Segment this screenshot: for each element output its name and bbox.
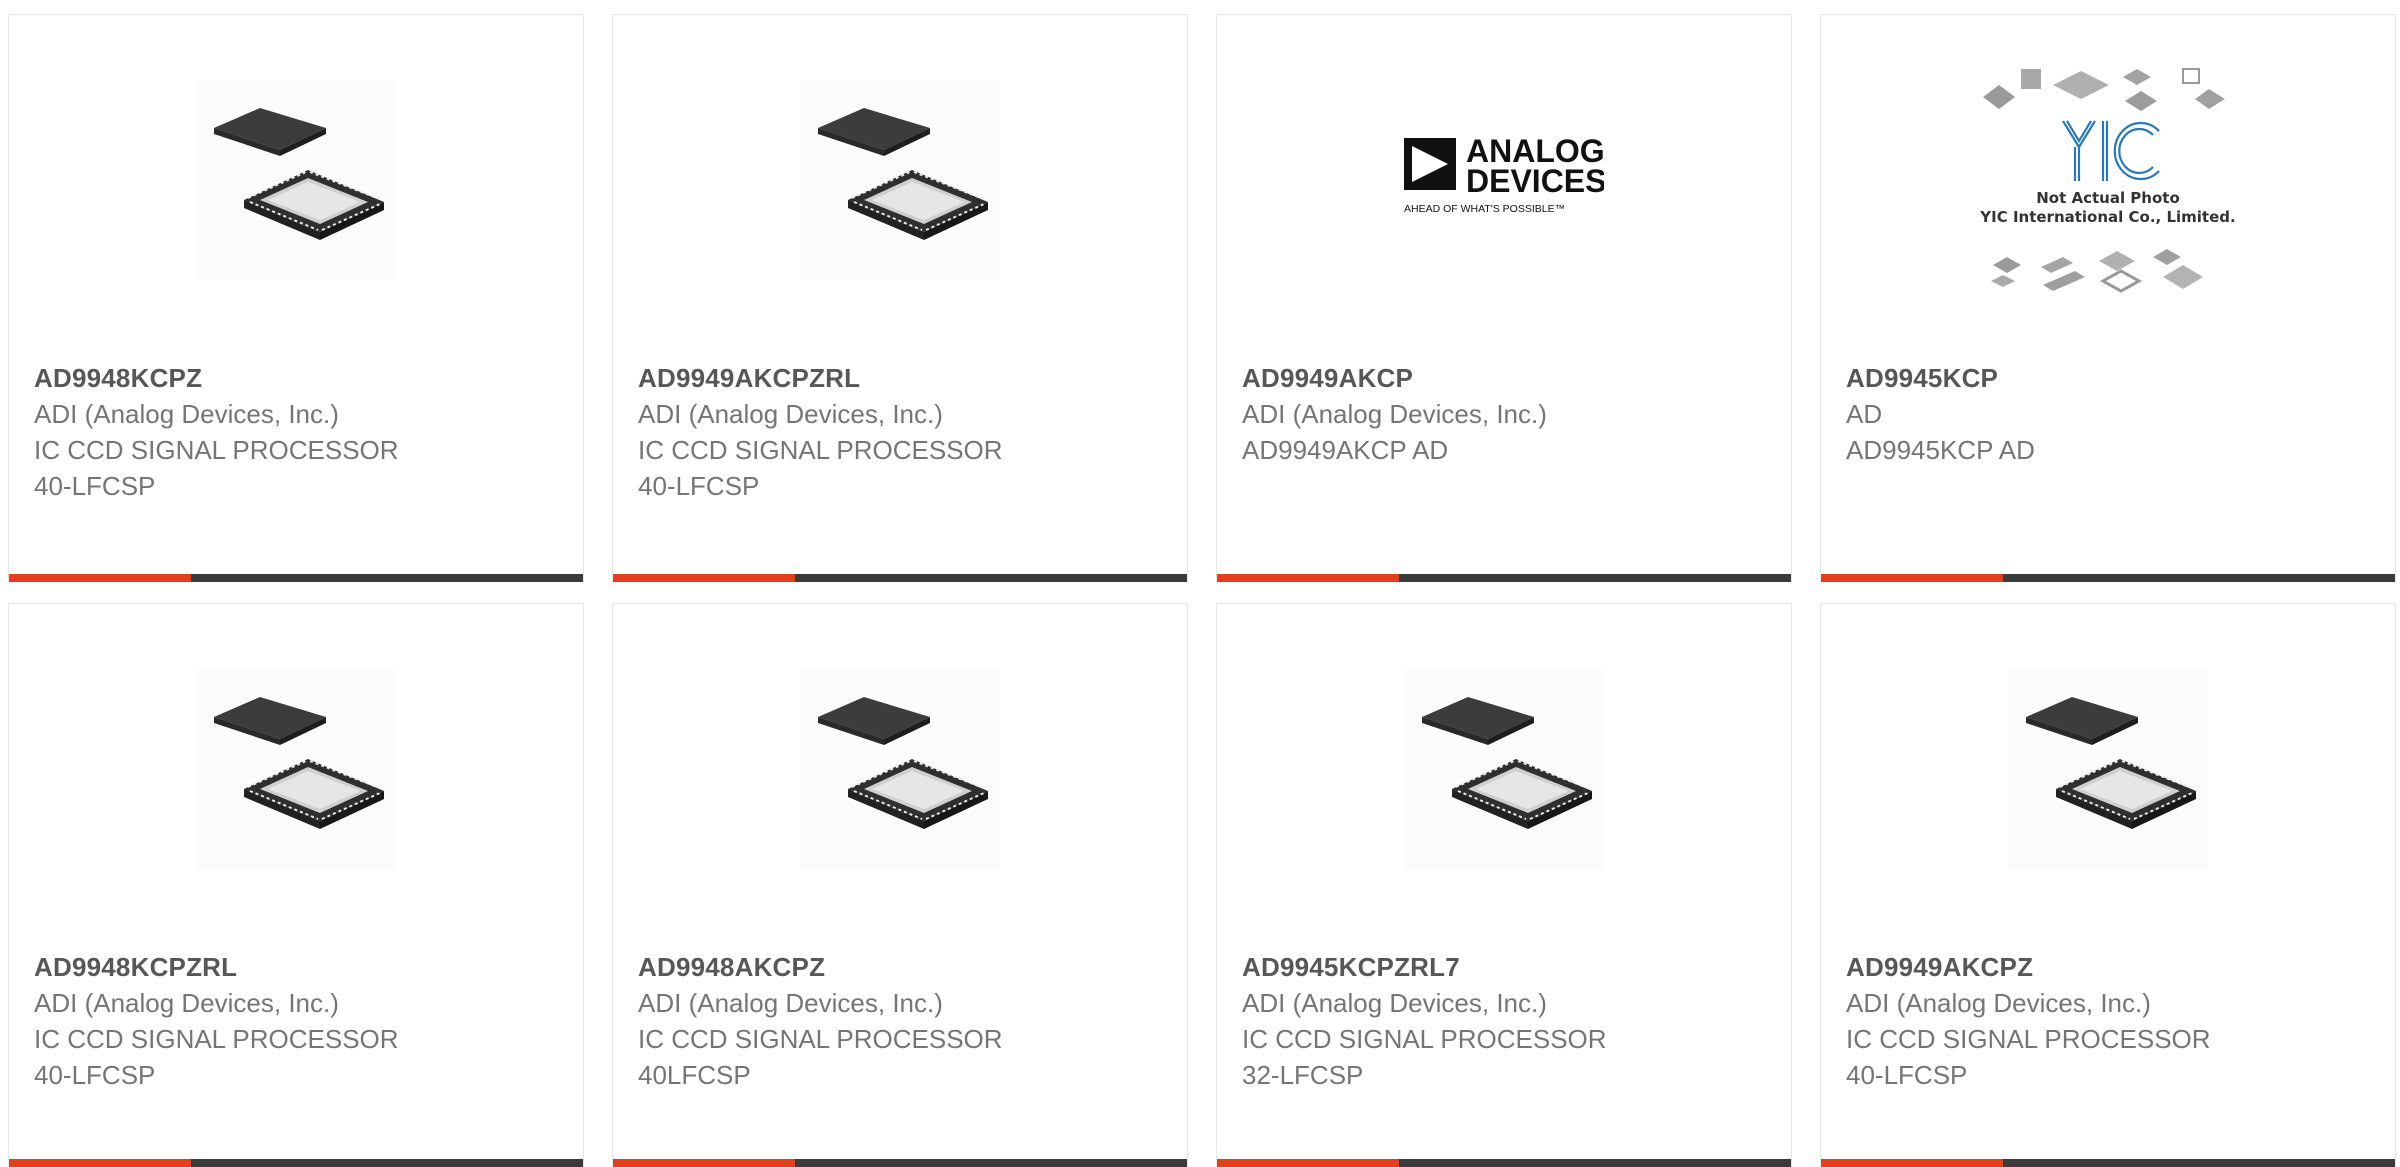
card-accent-bar <box>9 1159 191 1167</box>
part-number-link[interactable]: AD9949AKCPZRL <box>638 360 1167 396</box>
card-accent-bar <box>1821 1159 2003 1167</box>
description-label: IC CCD SIGNAL PROCESSOR <box>34 1024 399 1054</box>
description-label: IC CCD SIGNAL PROCESSOR <box>638 435 1003 465</box>
manufacturer-label: ADI (Analog Devices, Inc.) <box>638 988 943 1018</box>
description-label: IC CCD SIGNAL PROCESSOR <box>1242 1024 1607 1054</box>
chip-package-image <box>1404 669 1604 869</box>
product-image[interactable] <box>1217 604 1791 934</box>
description-label: IC CCD SIGNAL PROCESSOR <box>34 435 399 465</box>
description-label: IC CCD SIGNAL PROCESSOR <box>1846 1024 2211 1054</box>
chip-package-image <box>196 669 396 869</box>
package-label: 32-LFCSP <box>1242 1060 1364 1090</box>
part-number-link[interactable]: AD9948AKCPZ <box>638 949 1167 985</box>
product-image[interactable] <box>613 15 1187 345</box>
manufacturer-label: ADI (Analog Devices, Inc.) <box>1242 399 1547 429</box>
svg-text:Not Actual Photo: Not Actual Photo <box>2036 189 2180 207</box>
product-card[interactable]: AD9948KCPZ ADI (Analog Devices, Inc.) IC… <box>8 14 584 582</box>
svg-text:AHEAD OF WHAT'S POSSIBLE™: AHEAD OF WHAT'S POSSIBLE™ <box>1404 203 1565 215</box>
chip-package-image <box>196 80 396 280</box>
manufacturer-label: ADI (Analog Devices, Inc.) <box>638 399 943 429</box>
manufacturer-label: AD <box>1846 399 1883 429</box>
card-bottom-bar <box>9 574 583 582</box>
package-label: 40-LFCSP <box>1846 1060 1968 1090</box>
product-card[interactable]: AD9948AKCPZ ADI (Analog Devices, Inc.) I… <box>612 603 1188 1167</box>
chip-package-image <box>800 80 1000 280</box>
product-card[interactable]: ANALOG DEVICES AHEAD OF WHAT'S POSSIBLE™… <box>1216 14 1792 582</box>
chip-package-image <box>2008 669 2208 869</box>
card-accent-bar <box>1217 1159 1399 1167</box>
part-number-link[interactable]: AD9945KCPZRL7 <box>1242 949 1771 985</box>
card-accent-bar <box>9 574 191 582</box>
product-image[interactable] <box>1821 604 2395 934</box>
card-bottom-bar <box>1217 574 1791 582</box>
package-label: 40-LFCSP <box>34 471 156 501</box>
product-card[interactable]: AD9949AKCPZRL ADI (Analog Devices, Inc.)… <box>612 14 1188 582</box>
part-number-link[interactable]: AD9945KCP <box>1846 360 2375 396</box>
package-label: 40-LFCSP <box>638 471 760 501</box>
manufacturer-label: ADI (Analog Devices, Inc.) <box>1242 988 1547 1018</box>
product-image[interactable] <box>9 15 583 345</box>
product-card[interactable]: Not Actual Photo YIC International Co., … <box>1820 14 2396 582</box>
part-number-link[interactable]: AD9948KCPZRL <box>34 949 563 985</box>
card-bottom-bar <box>1821 1159 2395 1167</box>
product-card[interactable]: AD9948KCPZRL ADI (Analog Devices, Inc.) … <box>8 603 584 1167</box>
product-card[interactable]: AD9945KCPZRL7 ADI (Analog Devices, Inc.)… <box>1216 603 1792 1167</box>
card-accent-bar <box>1821 574 2003 582</box>
manufacturer-label: ADI (Analog Devices, Inc.) <box>34 988 339 1018</box>
package-label: 40LFCSP <box>638 1060 751 1090</box>
card-accent-bar <box>613 1159 795 1167</box>
card-bottom-bar <box>1217 1159 1791 1167</box>
manufacturer-label: ADI (Analog Devices, Inc.) <box>34 399 339 429</box>
description-label: AD9949AKCP AD <box>1242 435 1449 465</box>
product-image[interactable]: Not Actual Photo YIC International Co., … <box>1821 15 2395 345</box>
description-label: IC CCD SIGNAL PROCESSOR <box>638 1024 1003 1054</box>
part-number-link[interactable]: AD9949AKCP <box>1242 360 1771 396</box>
card-accent-bar <box>1217 574 1399 582</box>
package-label: 40-LFCSP <box>34 1060 156 1090</box>
card-bottom-bar <box>1821 574 2395 582</box>
part-number-link[interactable]: AD9949AKCPZ <box>1846 949 2375 985</box>
product-image[interactable] <box>613 604 1187 934</box>
product-image[interactable] <box>9 604 583 934</box>
card-accent-bar <box>613 574 795 582</box>
card-bottom-bar <box>613 1159 1187 1167</box>
chip-package-image <box>800 669 1000 869</box>
card-bottom-bar <box>9 1159 583 1167</box>
svg-text:YIC International Co., Limited: YIC International Co., Limited. <box>1979 208 2235 226</box>
yic-placeholder-image: Not Actual Photo YIC International Co., … <box>1979 68 2236 293</box>
svg-text:DEVICES: DEVICES <box>1466 163 1604 199</box>
product-image[interactable]: ANALOG DEVICES AHEAD OF WHAT'S POSSIBLE™ <box>1217 15 1791 345</box>
part-number-link[interactable]: AD9948KCPZ <box>34 360 563 396</box>
product-card[interactable]: AD9949AKCPZ ADI (Analog Devices, Inc.) I… <box>1820 603 2396 1167</box>
analog-devices-logo: ANALOG DEVICES AHEAD OF WHAT'S POSSIBLE™ <box>1404 133 1604 215</box>
manufacturer-label: ADI (Analog Devices, Inc.) <box>1846 988 2151 1018</box>
card-bottom-bar <box>613 574 1187 582</box>
description-label: AD9945KCP AD <box>1846 435 2035 465</box>
